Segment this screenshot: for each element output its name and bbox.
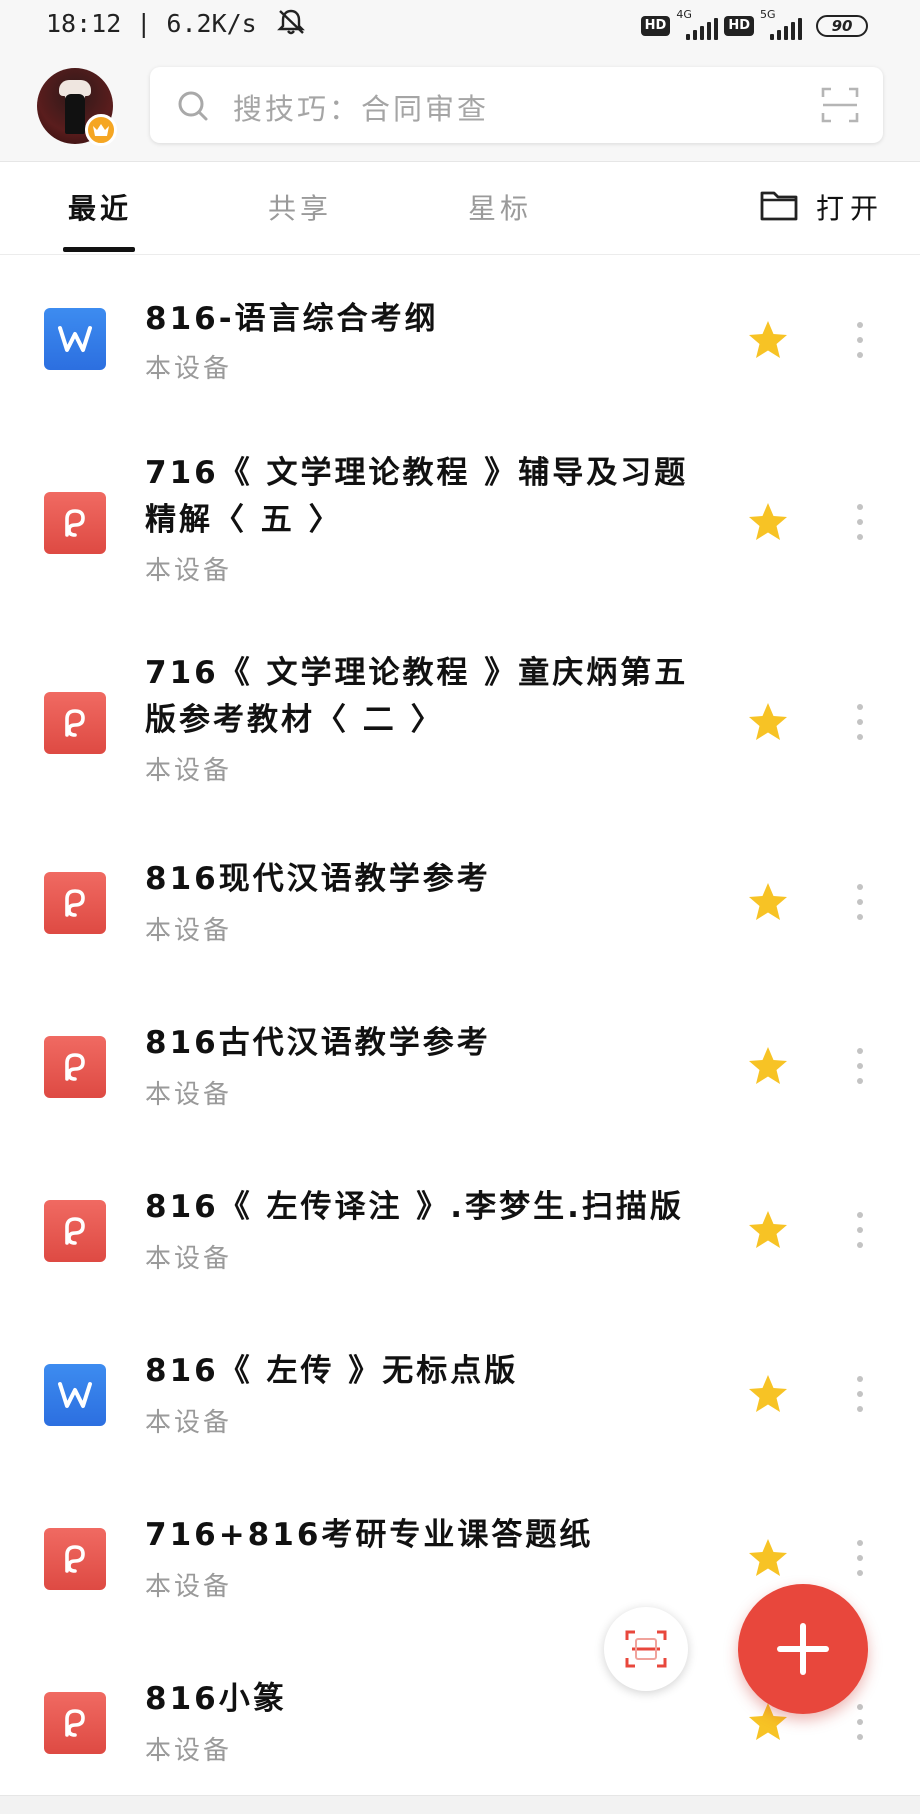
file-location: 本设备 [145,1572,233,1602]
file-location: 本设备 [145,1244,233,1274]
plus-icon [777,1623,829,1675]
search-placeholder: 搜技巧：合同审查 [233,92,490,126]
signal-5g-icon: 5G [760,8,802,40]
word-icon [44,308,106,370]
file-location: 本设备 [145,354,233,384]
open-button[interactable]: 打开 [760,187,884,227]
word-icon [44,1364,106,1426]
star-icon[interactable] [746,1536,790,1580]
pdf-icon [44,492,106,554]
pdf-icon [44,1528,106,1590]
star-icon[interactable] [746,700,790,744]
pdf-icon [44,1036,106,1098]
hd-badge: HD [724,16,754,36]
more-options-icon[interactable] [852,1048,868,1084]
file-title: 816现代汉语教学参考 [145,861,491,897]
file-title: 816-语言综合考纲 [145,301,439,337]
pdf-icon [44,1200,106,1262]
file-title: 716+816考研专业课答题纸 [145,1517,594,1553]
file-title: 816古代汉语教学参考 [145,1025,491,1061]
active-tab-indicator [63,247,135,252]
file-location: 本设备 [145,756,233,786]
star-icon[interactable] [746,1208,790,1252]
file-location: 本设备 [145,1080,233,1110]
more-options-icon[interactable] [852,1704,868,1740]
more-options-icon[interactable] [852,322,868,358]
battery-level: 90 [831,17,853,35]
hd-badge: HD [640,16,671,36]
list-item[interactable]: 816《 左传译注 》.李梦生.扫描版 本设备 [0,1168,920,1318]
search-bar[interactable]: 搜技巧：合同审查 [150,67,883,143]
file-location: 本设备 [145,1408,233,1438]
more-options-icon[interactable] [852,1212,868,1248]
tab-shared[interactable]: 共享 [268,187,332,227]
file-title: 716《 文学理论教程 》辅导及习题 [145,455,689,491]
status-right: HD 4G HD 5G 90 [640,8,868,43]
scan-icon[interactable] [821,87,859,127]
more-options-icon[interactable] [852,884,868,920]
star-icon[interactable] [746,500,790,544]
pdf-icon [44,692,106,754]
crown-icon [85,114,117,146]
list-item[interactable]: 716《 文学理论教程 》童庆炳第五 版参考教材〈 二 〉 本设备 [0,640,920,810]
tab-recent[interactable]: 最近 [68,187,132,227]
mute-bell-icon [276,8,306,42]
file-title: 816《 左传 》无标点版 [145,1353,519,1389]
wps-recent-files-screen: 18:12 | 6.2K/s HD 4G HD 5G 90 搜技巧：合同审查 最… [0,0,920,1814]
star-icon[interactable] [746,880,790,924]
file-title-line2: 精解〈 五 〉 [145,502,343,538]
tab-bar: 最近 共享 星标 打开 [0,163,920,255]
folder-icon [760,189,798,225]
list-item[interactable]: 816-语言综合考纲 本设备 [0,256,920,404]
tab-starred[interactable]: 星标 [468,187,532,227]
scan-document-button[interactable] [604,1607,688,1691]
file-location: 本设备 [145,1736,233,1766]
status-bar: 18:12 | 6.2K/s HD 4G HD 5G 90 [0,0,920,52]
list-item[interactable]: 816《 左传 》无标点版 本设备 [0,1332,920,1482]
more-options-icon[interactable] [852,1540,868,1576]
list-item[interactable]: 816古代汉语教学参考 本设备 [0,1004,920,1154]
scan-document-icon [625,1630,667,1668]
file-title: 816《 左传译注 》.李梦生.扫描版 [145,1189,684,1225]
file-title: 716《 文学理论教程 》童庆炳第五 [145,655,689,691]
star-icon[interactable] [746,318,790,362]
star-icon[interactable] [746,1044,790,1088]
bottom-edge [0,1795,920,1814]
list-item[interactable]: 816现代汉语教学参考 本设备 [0,840,920,990]
header: 搜技巧：合同审查 [0,52,920,162]
more-options-icon[interactable] [852,1376,868,1412]
file-location: 本设备 [145,556,233,586]
open-button-label: 打开 [816,192,885,225]
search-icon [176,89,210,127]
list-item[interactable]: 716《 文学理论教程 》辅导及习题 精解〈 五 〉 本设备 [0,440,920,610]
battery-icon: 90 [816,15,868,37]
pdf-icon [44,872,106,934]
star-icon[interactable] [746,1372,790,1416]
network-type-label: 5G [760,8,776,21]
more-options-icon[interactable] [852,704,868,740]
file-location: 本设备 [145,916,233,946]
file-title-line2: 版参考教材〈 二 〉 [145,702,445,738]
time-and-speed: 18:12 | 6.2K/s [46,9,257,38]
pdf-icon [44,1692,106,1754]
add-button[interactable] [738,1584,868,1714]
network-type-label: 4G [676,8,692,21]
more-options-icon[interactable] [852,504,868,540]
status-left: 18:12 | 6.2K/s [46,8,306,42]
signal-4g-icon: 4G [676,8,719,40]
